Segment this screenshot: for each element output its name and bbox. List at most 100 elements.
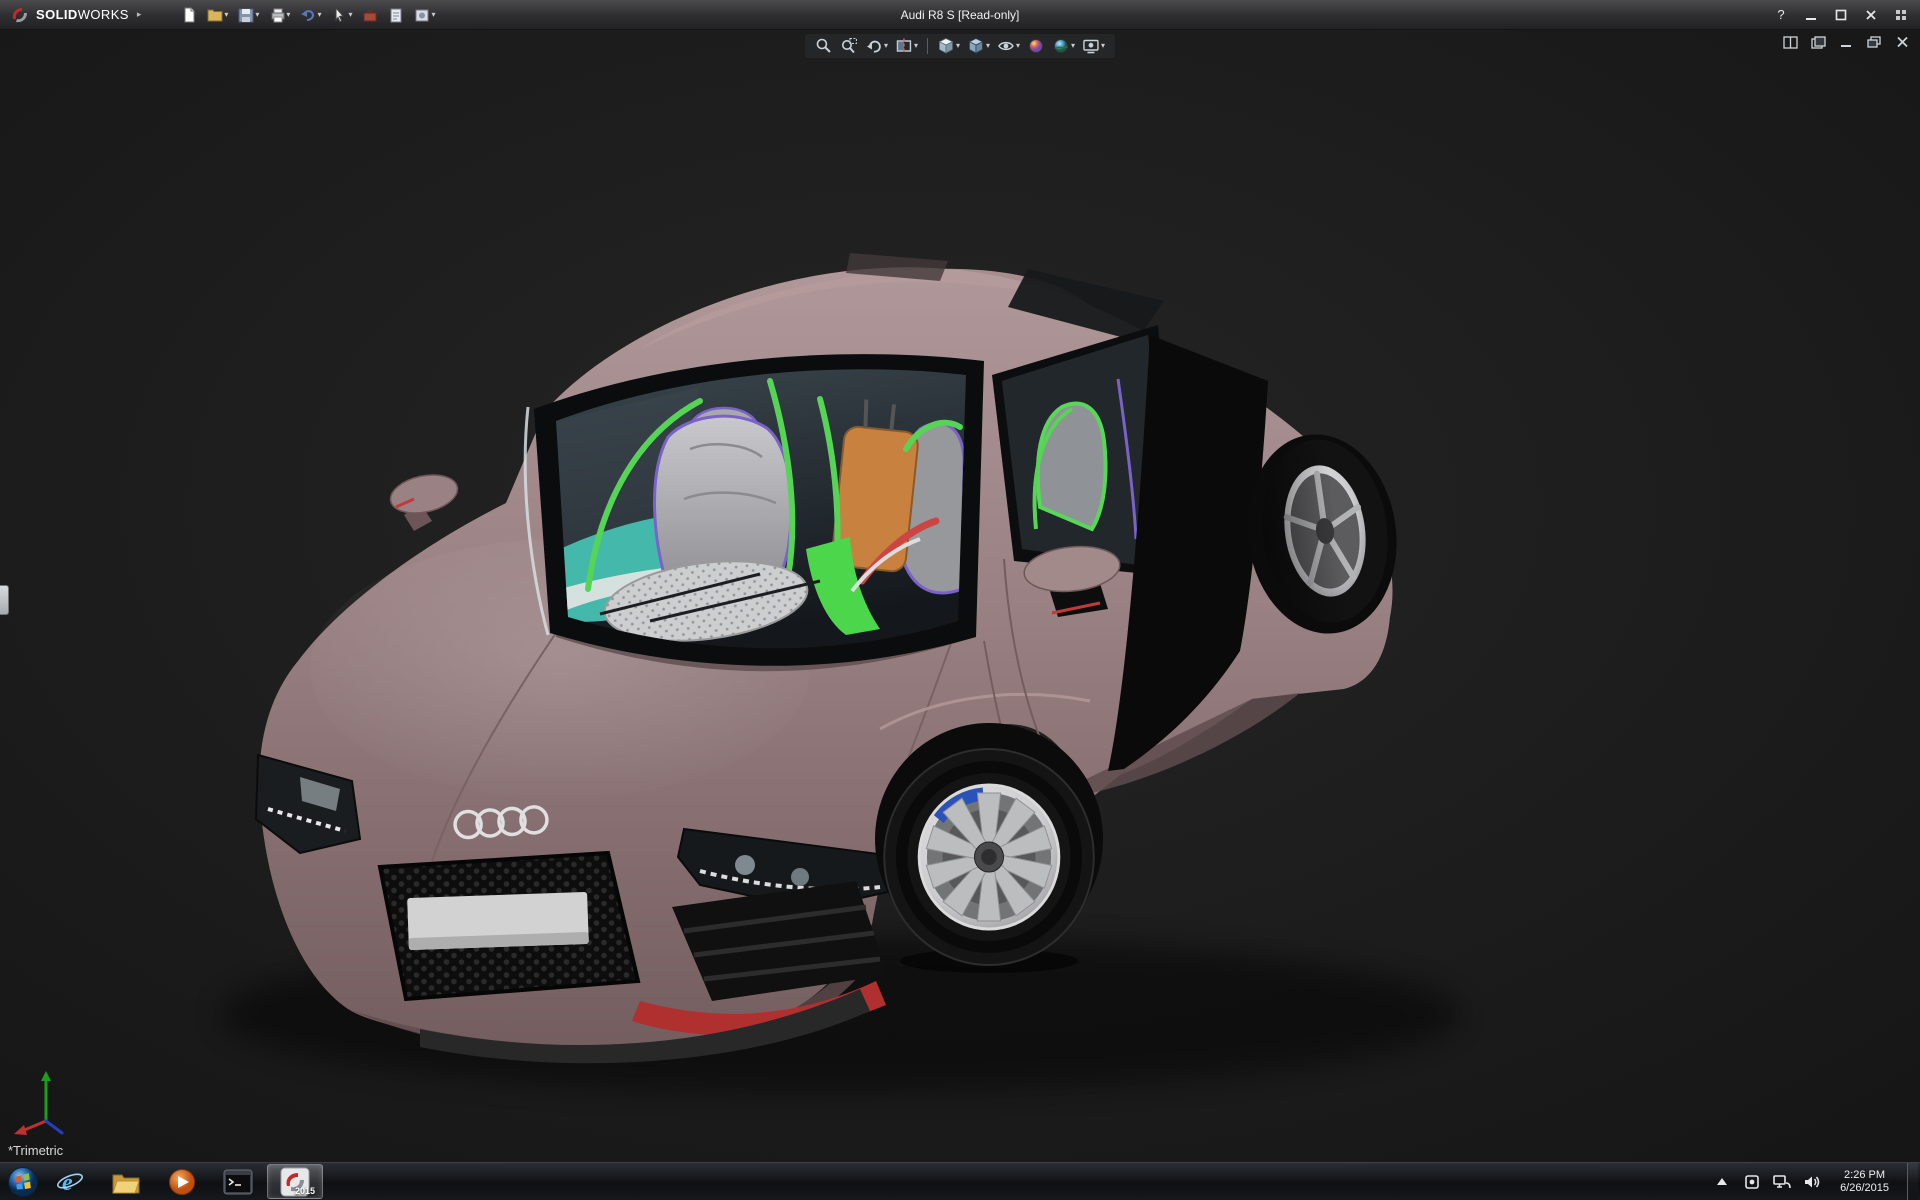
minimize-button[interactable] (1798, 5, 1824, 25)
edit-appearance-button[interactable] (1025, 36, 1047, 56)
expand-grid-icon (1896, 9, 1906, 20)
undo-icon (301, 9, 315, 21)
new-document-button[interactable] (177, 5, 201, 25)
windows-start-icon (8, 1166, 38, 1197)
restore-document-icon (1867, 36, 1881, 48)
graphics-viewport[interactable] (0, 29, 1920, 1163)
hide-show-eye-icon (998, 41, 1014, 51)
heads-up-view-toolbar: ▾ ▾ ▾ ▾ ▾ ▾ ▾ (804, 34, 1116, 58)
taskbar-item-file-explorer[interactable] (99, 1165, 153, 1198)
media-player-icon (169, 1168, 195, 1195)
view-orientation-label: *Trimetric (8, 1143, 64, 1158)
taskbar-item-solidworks-2015[interactable]: 2015 (267, 1164, 323, 1199)
minimize-document-icon (1841, 45, 1851, 47)
undo-button[interactable]: ▾ (296, 5, 325, 25)
previous-view-icon (866, 40, 881, 53)
expand-toolbar-button[interactable] (1888, 5, 1914, 25)
close-document-icon (1896, 36, 1908, 48)
hud-divider (926, 38, 928, 54)
section-view-button[interactable]: ▾ (893, 36, 920, 56)
zoom-to-area-icon (841, 38, 857, 54)
previous-view-button[interactable]: ▾ (863, 36, 890, 56)
view-orientation-cube-icon (938, 38, 954, 54)
title-bar: SOLIDWORKS ▸ ▾ ▾ ▾ ▾ ▾ ▾ Audi R8 S [Read… (0, 0, 1920, 30)
split-view-icon (1782, 35, 1798, 49)
display-style-button[interactable]: ▾ (965, 36, 992, 56)
volume-icon (1805, 1176, 1820, 1187)
viewport-canvas[interactable] (0, 29, 1920, 1163)
volume-button[interactable] (1802, 1170, 1822, 1194)
open-button[interactable]: ▾ (203, 5, 232, 25)
app-logo: SOLIDWORKS ▸ (0, 0, 151, 29)
taskbar-item-media-player[interactable] (155, 1165, 209, 1198)
toolbox-icon (363, 9, 377, 21)
zoom-to-fit-button[interactable] (813, 36, 835, 56)
display-style-icon (968, 38, 984, 54)
zoom-to-fit-icon (816, 38, 831, 53)
clock-date: 6/26/2015 (1840, 1181, 1889, 1194)
hide-show-items-button[interactable]: ▾ (995, 36, 1022, 56)
svg-text:e: e (62, 1170, 73, 1196)
print-button[interactable]: ▾ (265, 5, 294, 25)
minimize-document-button[interactable] (1836, 33, 1856, 51)
clock-time: 2:26 PM (1844, 1168, 1886, 1181)
section-view-icon (896, 38, 912, 54)
close-icon (1866, 9, 1876, 20)
apply-scene-button[interactable]: ▾ (1050, 36, 1077, 56)
panel-splitter-handle[interactable] (0, 585, 9, 615)
taskbar: e 2015 2:26 PM 6/26/2015 (0, 1162, 1920, 1200)
desktop: { "window": { "app_name_bold": "SOLID", … (0, 0, 1920, 1200)
print-icon (271, 8, 285, 22)
network-icon (1773, 1174, 1791, 1188)
new-document-icon (184, 7, 195, 22)
restore-document-button[interactable] (1864, 33, 1884, 51)
apply-scene-globe-icon (1054, 39, 1069, 53)
select-cursor-icon (335, 6, 345, 22)
save-button[interactable]: ▾ (234, 5, 263, 25)
document-window-controls (1780, 33, 1912, 51)
menu-expand-chevron-icon[interactable]: ▸ (137, 9, 142, 20)
minimize-icon (1806, 17, 1816, 20)
view-settings-button[interactable]: ▾ (1080, 36, 1107, 56)
solidworks-version-badge: 2015 (294, 1186, 315, 1196)
maximize-icon (1835, 9, 1847, 20)
file-properties-icon (390, 8, 402, 22)
close-button[interactable] (1858, 5, 1884, 25)
edit-appearance-ball-icon (1029, 39, 1044, 53)
toolbox-button[interactable] (358, 5, 382, 25)
start-button[interactable] (4, 1165, 42, 1199)
options-button[interactable]: ▾ (410, 5, 439, 25)
view-settings-icon (1083, 39, 1099, 54)
tray-app-button[interactable] (1742, 1170, 1762, 1194)
help-button[interactable]: ? (1768, 5, 1794, 25)
system-tray: 2:26 PM 6/26/2015 (1712, 1163, 1920, 1200)
new-window-button[interactable] (1808, 33, 1828, 51)
main-toolbar: ▾ ▾ ▾ ▾ ▾ ▾ (177, 5, 439, 25)
options-icon (415, 9, 429, 21)
file-properties-button[interactable] (384, 5, 408, 25)
window-controls: ? (1768, 5, 1920, 25)
close-document-button[interactable] (1892, 33, 1912, 51)
expand-tray-button[interactable] (1712, 1170, 1732, 1194)
network-button[interactable] (1772, 1170, 1792, 1194)
view-orientation-button[interactable]: ▾ (935, 36, 962, 56)
zoom-to-area-button[interactable] (838, 36, 860, 56)
tray-expand-icon (1717, 1177, 1728, 1185)
show-desktop-button[interactable] (1907, 1163, 1918, 1200)
maximize-button[interactable] (1828, 5, 1854, 25)
tray-app-icon (1745, 1174, 1759, 1189)
select-button[interactable]: ▾ (327, 5, 356, 25)
solidworks-logo-icon (12, 7, 27, 22)
split-view-button[interactable] (1780, 33, 1800, 51)
taskbar-item-command-prompt[interactable] (211, 1165, 265, 1198)
app-name: SOLIDWORKS (36, 7, 129, 22)
taskbar-item-internet-explorer[interactable]: e (43, 1165, 97, 1198)
command-prompt-icon (223, 1169, 253, 1194)
window-title: Audi R8 S [Read-only] (900, 7, 1020, 22)
internet-explorer-icon: e (57, 1170, 83, 1196)
file-explorer-folder-icon (112, 1174, 140, 1193)
taskbar-clock[interactable]: 2:26 PM 6/26/2015 (1832, 1169, 1897, 1195)
save-icon (238, 8, 254, 22)
open-folder-icon (207, 9, 223, 21)
new-window-icon (1810, 35, 1826, 49)
